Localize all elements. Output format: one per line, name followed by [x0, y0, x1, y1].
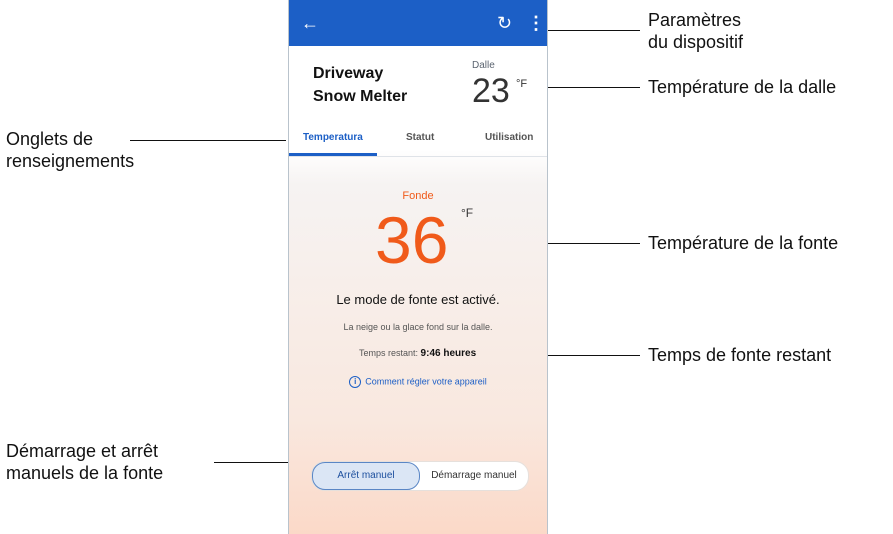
help-link-text[interactable]: Comment régler votre appareil [365, 376, 487, 386]
device-name: Driveway Snow Melter [313, 65, 408, 105]
melt-sub-status: La neige ou la glace fond sur la dalle. [343, 322, 493, 332]
callout-melt-temp: Température de la fonte [648, 233, 839, 253]
callout-line-device-settings [540, 30, 640, 31]
app-bar: ← ↻ ⋮ [289, 0, 547, 46]
callout-line-info-tabs [130, 140, 286, 141]
refresh-icon[interactable]: ↻ [497, 13, 512, 33]
active-tab-indicator [289, 153, 377, 156]
slab-temp-label: Dalle [472, 60, 495, 71]
melt-temp-label: Fonde [402, 190, 434, 202]
callout-slab-temp: Température de la dalle [648, 77, 837, 97]
more-vertical-icon[interactable]: ⋮ [527, 13, 545, 33]
help-link[interactable]: i Comment régler votre appareil [289, 376, 547, 388]
info-icon: i [349, 376, 362, 388]
remaining-time-label: Temps restant: [359, 348, 419, 358]
callout-device-settings: Paramètres du dispositif [648, 10, 744, 52]
slab-temp-value: 23 [472, 72, 510, 110]
melt-temp-unit: °F [461, 206, 474, 220]
callout-line-slab-temp [540, 87, 640, 88]
slab-temp-unit: °F [516, 78, 528, 90]
callout-remaining-time: Temps de fonte restant [648, 345, 832, 365]
remaining-time: Temps restant: 9:46 heures [359, 348, 476, 359]
back-arrow-icon[interactable]: ← [301, 13, 319, 33]
callout-manual-control: Démarrage et arrêt manuels de la fonte [6, 441, 164, 483]
info-tabs: Temperatura Statut Utilisation [289, 126, 547, 157]
manual-stop-button[interactable]: Arrêt manuel [312, 462, 420, 490]
melt-temp-value: 36 [375, 203, 449, 277]
manual-start-button[interactable]: Démarrage manuel [422, 463, 526, 489]
phone-screen: ← ↻ ⋮ Driveway Snow Melter Dalle 23 °F T… [288, 0, 548, 534]
tab-statut[interactable]: Statut [406, 132, 434, 143]
tab-temperatura[interactable]: Temperatura [303, 132, 363, 143]
remaining-time-value: 9:46 heures [420, 348, 477, 359]
melt-mode-status: Le mode de fonte est activé. [336, 292, 500, 307]
tab-utilisation[interactable]: Utilisation [485, 132, 533, 143]
manual-melt-toggle: Arrêt manuel Démarrage manuel [311, 461, 529, 491]
callout-info-tabs: Onglets de renseignements [6, 129, 135, 171]
